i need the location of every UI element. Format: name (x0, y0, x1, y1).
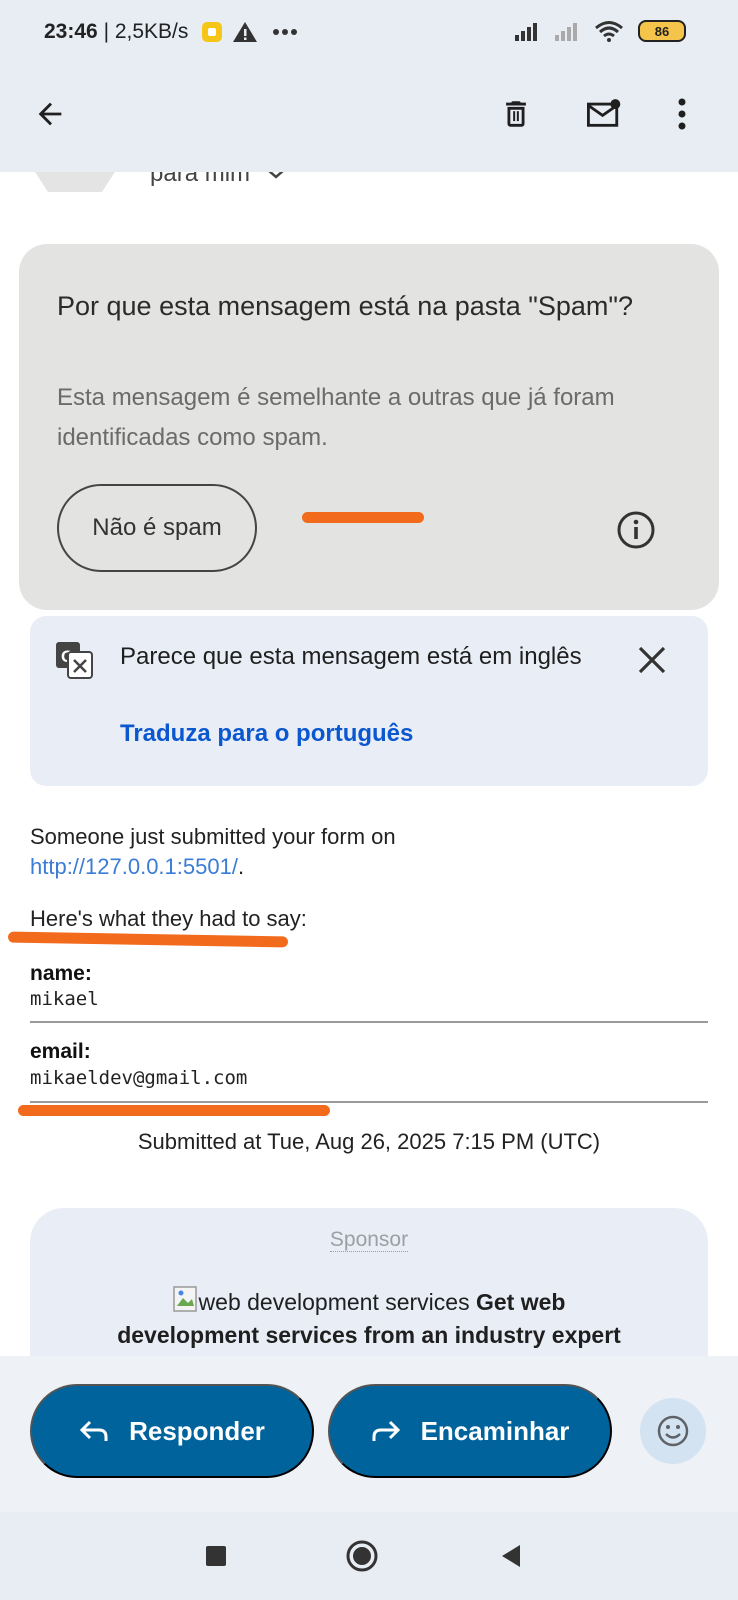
more-vert-icon[interactable] (658, 90, 706, 138)
nav-back-icon[interactable] (494, 1538, 530, 1574)
field-divider (30, 1101, 708, 1103)
annotation-underline (302, 512, 424, 523)
notification-app-icon (202, 22, 222, 42)
sponsor-label: Sponsor (329, 1228, 409, 1252)
field-label-name: name: (30, 962, 92, 985)
field-value-email[interactable]: mikaeldev@gmail.com (30, 1067, 247, 1089)
reply-button[interactable]: Responder (30, 1384, 314, 1478)
emoji-reaction-button[interactable] (640, 1398, 706, 1464)
annotation-underline (18, 1105, 330, 1116)
spam-notice-description: Esta mensagem é semelhante a outras que … (57, 384, 615, 451)
status-time: 23:46 | 2,5KB/s (44, 20, 189, 43)
delete-icon[interactable] (492, 90, 540, 138)
field-value-name: mikael (30, 988, 99, 1010)
back-arrow-icon[interactable] (26, 90, 74, 138)
sponsor-headline-bold: Get web (475, 1289, 566, 1315)
form-url-link[interactable]: http://127.0.0.1:5501/ (30, 854, 238, 879)
reply-icon (79, 1420, 108, 1441)
signal-2-icon (555, 23, 577, 41)
mark-unread-icon[interactable] (580, 90, 628, 138)
status-bar: 23:46 | 2,5KB/s 86 (0, 0, 738, 66)
field-label-email: email: (30, 1040, 91, 1063)
wifi-icon (595, 21, 623, 42)
email-content: para mim Por que esta mensagem está na p… (0, 172, 738, 1356)
bottom-action-bar: Responder Encaminhar (0, 1356, 738, 1512)
signal-icon (515, 23, 537, 41)
sender-avatar (30, 172, 120, 192)
sponsor-headline-rest: development services from an industry ex… (117, 1322, 621, 1348)
translate-banner: G Parece que esta mensagem está em inglê… (30, 616, 708, 786)
translate-message: Parece que esta mensagem está em inglês (120, 643, 582, 670)
sponsor-card[interactable]: Sponsor web development services Get web… (30, 1208, 708, 1356)
translate-link[interactable]: Traduza para o português (120, 720, 413, 748)
forward-icon (372, 1420, 400, 1441)
home-icon[interactable] (344, 1538, 380, 1574)
annotation-underline (7, 931, 289, 948)
info-icon[interactable] (616, 510, 656, 550)
email-lead: Here's what they had to say: (30, 906, 307, 931)
email-intro: Someone just submitted your form on (30, 824, 396, 849)
close-icon[interactable] (634, 642, 670, 678)
broken-image-icon (172, 1286, 197, 1312)
sponsor-image-alt: web development services (198, 1289, 470, 1315)
submitted-timestamp: Submitted at Tue, Aug 26, 2025 7:15 PM (… (137, 1129, 601, 1154)
translate-icon: G (56, 642, 93, 679)
recipient-toggle[interactable]: para mim (150, 172, 287, 188)
chevron-down-icon (268, 172, 284, 179)
spam-notice-card: Por que esta mensagem está na pasta "Spa… (19, 244, 719, 610)
spam-notice-title: Por que esta mensagem está na pasta "Spa… (57, 291, 634, 321)
field-divider (30, 1021, 708, 1023)
top-app-bar (0, 66, 738, 172)
forward-button[interactable]: Encaminhar (328, 1384, 612, 1478)
emoji-icon (657, 1415, 689, 1447)
not-spam-button[interactable]: Não é spam (57, 484, 257, 572)
warning-icon (233, 22, 257, 42)
status-icons: 86 (514, 20, 686, 42)
system-nav-bar (0, 1512, 738, 1600)
recents-icon[interactable] (198, 1538, 234, 1574)
net-speed: | 2,5KB/s (103, 20, 189, 43)
battery-indicator: 86 (638, 20, 686, 42)
sponsor-headline: web development services Get web (30, 1286, 708, 1316)
email-url-line: http://127.0.0.1:5501/. (30, 854, 245, 879)
more-notifications-icon (273, 29, 297, 35)
